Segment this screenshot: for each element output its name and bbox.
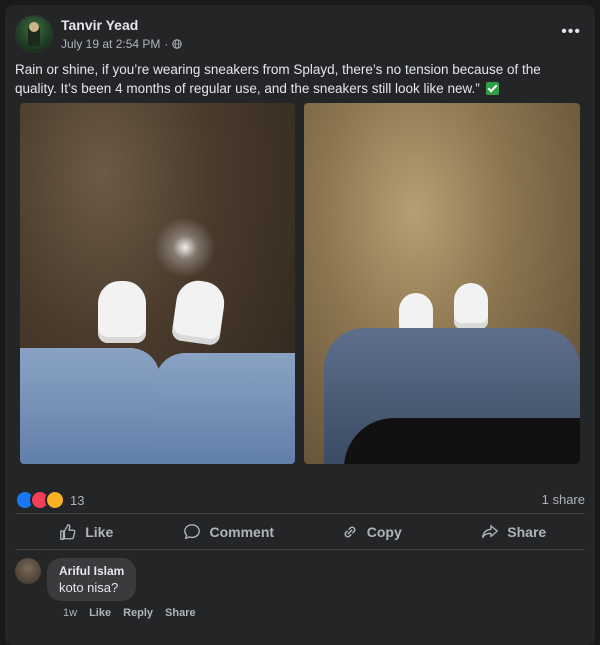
- comment-actions: 1w Like Reply Share: [63, 607, 196, 619]
- meta-separator: ·: [164, 37, 169, 51]
- care-icon: [45, 490, 65, 510]
- jeans-right: [155, 353, 295, 464]
- comment-icon: [184, 524, 201, 540]
- post-photo-2[interactable]: [304, 103, 580, 464]
- commenter-avatar[interactable]: [15, 558, 41, 584]
- commenter-name[interactable]: Ariful Islam: [59, 564, 124, 578]
- shoe-right: [170, 277, 228, 347]
- author-avatar[interactable]: [15, 15, 53, 53]
- caption-text: Rain or shine, if you’re wearing sneaker…: [15, 62, 541, 96]
- comment-share-button[interactable]: Share: [165, 607, 196, 619]
- post-card: Tanvir Yead July 19 at 2:54 PM · ••• Rai…: [5, 5, 595, 645]
- comment-time[interactable]: 1w: [63, 607, 77, 619]
- more-options-icon[interactable]: •••: [561, 23, 581, 41]
- like-button[interactable]: Like: [15, 515, 158, 549]
- post-caption: Rain or shine, if you’re wearing sneaker…: [15, 60, 585, 98]
- post-photo-1[interactable]: [20, 103, 295, 464]
- share-count[interactable]: 1 share: [542, 492, 585, 507]
- dark-shirt: [344, 418, 580, 464]
- globe-icon[interactable]: [172, 39, 183, 49]
- post-header: Tanvir Yead July 19 at 2:54 PM · •••: [15, 15, 585, 55]
- comment-text: koto nisa?: [59, 580, 119, 595]
- copy-label: Copy: [366, 524, 402, 540]
- copy-button[interactable]: Copy: [300, 515, 443, 549]
- shoe-right: [454, 283, 488, 329]
- shoe-left: [98, 281, 146, 343]
- share-button[interactable]: Share: [443, 515, 586, 549]
- comment-reply-button[interactable]: Reply: [123, 607, 153, 619]
- comment-label: Comment: [209, 524, 275, 540]
- like-label: Like: [85, 524, 114, 540]
- author-name[interactable]: Tanvir Yead: [61, 17, 138, 33]
- reactions-summary[interactable]: 13: [15, 490, 84, 510]
- check-mark-icon: [485, 82, 499, 95]
- divider: [15, 513, 585, 514]
- share-icon: [482, 525, 499, 539]
- post-timestamp[interactable]: July 19 at 2:54 PM: [61, 37, 160, 51]
- post-meta: July 19 at 2:54 PM ·: [61, 37, 183, 51]
- link-icon: [344, 526, 356, 538]
- post-actions: Like Comment Copy Share: [15, 515, 585, 549]
- comment-like-button[interactable]: Like: [89, 607, 111, 619]
- comment-button[interactable]: Comment: [158, 515, 301, 549]
- like-icon: [60, 524, 76, 540]
- divider: [15, 549, 585, 550]
- jeans-left: [20, 348, 160, 464]
- share-label: Share: [507, 524, 547, 540]
- reaction-count[interactable]: 13: [70, 493, 84, 508]
- comment-bubble: Ariful Islam koto nisa?: [47, 558, 137, 601]
